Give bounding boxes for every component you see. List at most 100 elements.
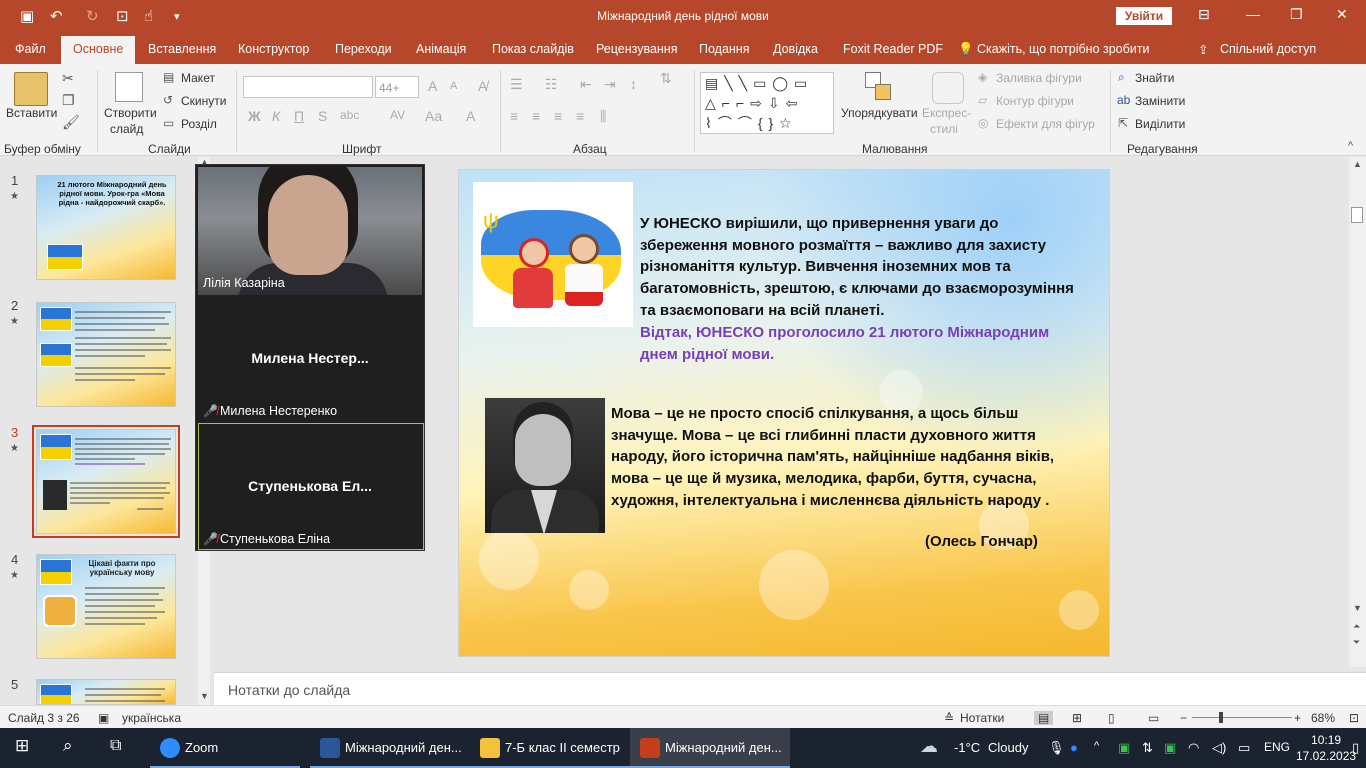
minimize-button[interactable]: — — [1246, 6, 1260, 22]
replace-button[interactable]: Замінити — [1135, 94, 1185, 108]
tab-help[interactable]: Довідка — [773, 42, 818, 56]
tray-app-icon-2[interactable]: ▣ — [1164, 740, 1176, 756]
notifications-icon[interactable]: ▯ — [1352, 740, 1359, 756]
notes-toggle-button[interactable]: Нотатки — [960, 711, 1004, 725]
sign-in-button[interactable]: Увійти — [1116, 7, 1172, 25]
cut-icon[interactable]: ✂ — [62, 70, 74, 87]
zoom-video-panel[interactable]: Лілія Казаріна Милена Нестер... 🎤̸ Милен… — [195, 164, 425, 551]
slideshow-view-icon[interactable]: ▭ — [1148, 711, 1159, 725]
char-spacing-icon[interactable]: AV — [390, 108, 405, 122]
quick-styles-label-2[interactable]: стилі — [930, 122, 958, 136]
new-slide-label-2[interactable]: слайд — [110, 122, 143, 136]
reset-button[interactable]: Скинути — [181, 94, 226, 108]
tab-view[interactable]: Подання — [699, 42, 749, 56]
quick-styles-label-1[interactable]: Експрес- — [922, 106, 971, 120]
participant-video-1[interactable]: Лілія Казаріна — [198, 167, 422, 295]
clear-format-icon[interactable]: A̸ — [478, 78, 487, 94]
font-name-input[interactable] — [243, 76, 373, 98]
layout-button[interactable]: Макет — [181, 71, 215, 85]
slide-thumbnail-5[interactable] — [36, 679, 176, 705]
language-indicator[interactable]: українська — [122, 711, 181, 725]
zoom-in-icon[interactable]: + — [1294, 711, 1301, 725]
system-clock[interactable]: 10:19 17.02.2023 — [1296, 732, 1356, 764]
tab-home[interactable]: Основне — [61, 36, 136, 64]
slide-sorter-icon[interactable]: ⊞ — [1072, 711, 1082, 725]
format-painter-icon[interactable]: 🖌 — [62, 114, 80, 131]
unesco-proclamation[interactable]: Відтак, ЮНЕСКО проголосило 21 лютого Між… — [640, 322, 1080, 365]
shape-fill-button[interactable]: Заливка фігури — [996, 71, 1082, 85]
tab-foxit[interactable]: Foxit Reader PDF — [843, 42, 943, 56]
tab-design[interactable]: Конструктор — [238, 42, 309, 56]
input-language[interactable]: ENG — [1264, 740, 1290, 754]
tray-chevron-icon[interactable]: ^ — [1094, 740, 1099, 752]
slide-thumbnail-4[interactable]: Цікаві факти про українську мову — [36, 554, 176, 659]
shrink-font-icon[interactable]: A — [450, 80, 457, 92]
notes-pane[interactable]: Нотатки до слайда — [214, 672, 1366, 705]
weather-temp[interactable]: -1°C — [954, 740, 980, 755]
section-button[interactable]: Розділ — [181, 117, 217, 131]
decrease-indent-icon[interactable]: ⇤ — [580, 76, 592, 93]
shape-outline-button[interactable]: Контур фігури — [996, 94, 1074, 108]
align-right-icon[interactable]: ≡ — [554, 108, 562, 124]
collapse-ribbon-icon[interactable]: ^ — [1348, 140, 1353, 152]
current-slide[interactable]: ψ У ЮНЕСКО вирішили, що привернення уваг… — [458, 169, 1110, 657]
weather-desc[interactable]: Cloudy — [988, 740, 1028, 755]
strikethrough-icon[interactable]: S — [318, 108, 327, 124]
columns-icon[interactable]: ⫼ — [600, 108, 606, 125]
zoom-tray-icon[interactable]: ● — [1070, 740, 1078, 755]
mic-tray-icon[interactable]: 🎙 — [1048, 740, 1065, 756]
zoom-level[interactable]: 68% — [1311, 711, 1335, 725]
paste-icon[interactable] — [14, 72, 48, 106]
share-button[interactable]: Спільний доступ — [1220, 42, 1316, 56]
next-slide-icon[interactable]: ⏷ — [1353, 637, 1360, 648]
font-size-input[interactable]: 44+ — [375, 76, 419, 98]
wifi-icon[interactable]: ◠ — [1188, 740, 1199, 756]
network-icon[interactable]: ⇅ — [1142, 740, 1153, 756]
slide-thumbnail-2[interactable] — [36, 302, 176, 407]
task-view-icon[interactable]: ⧉ — [110, 737, 121, 755]
select-button[interactable]: Виділити — [1135, 117, 1185, 131]
taskbar-explorer[interactable]: 7-Б клас ІІ семестр — [470, 728, 630, 768]
close-button[interactable]: ✕ — [1336, 6, 1348, 23]
tab-review[interactable]: Рецензування — [596, 42, 677, 56]
slide-thumbnail-3[interactable] — [32, 425, 180, 538]
slide-thumbnail-1[interactable]: 21 лютого Міжнародний день рідної мови. … — [36, 175, 176, 280]
spellcheck-icon[interactable]: ▣ — [98, 711, 109, 725]
bullets-icon[interactable]: ☰ — [510, 76, 523, 93]
shape-effects-button[interactable]: Ефекти для фігур — [996, 117, 1095, 131]
zoom-slider[interactable] — [1192, 717, 1292, 718]
change-case-icon[interactable]: Aa — [425, 108, 442, 124]
paste-button[interactable]: Вставити — [6, 106, 57, 120]
windows-start-icon[interactable]: ⊞ — [15, 736, 29, 756]
shadow-icon[interactable]: abc — [340, 108, 359, 122]
ribbon-display-icon[interactable]: ⊟ — [1198, 6, 1210, 23]
increase-indent-icon[interactable]: ⇥ — [604, 76, 616, 93]
quote-author[interactable]: (Олесь Гончар) — [925, 533, 1038, 550]
bold-button[interactable]: Ж — [248, 108, 261, 124]
line-spacing-icon[interactable]: ↕ — [630, 76, 637, 92]
taskbar-zoom[interactable]: Zoom — [150, 728, 300, 768]
battery-icon[interactable]: ▭ — [1238, 740, 1250, 756]
copy-icon[interactable]: ❐ — [62, 92, 75, 109]
numbering-icon[interactable]: ☷ — [545, 76, 558, 93]
quote-paragraph[interactable]: Мова – це не просто спосіб спілкування, … — [611, 403, 1081, 512]
fit-to-window-icon[interactable]: ⊡ — [1349, 711, 1359, 725]
tab-slideshow[interactable]: Показ слайдів — [492, 42, 574, 56]
tray-app-icon[interactable]: ▣ — [1118, 740, 1130, 756]
text-direction-icon[interactable]: ⇅ — [660, 70, 672, 87]
underline-button[interactable]: П — [294, 108, 304, 124]
font-color-icon[interactable]: A — [466, 108, 475, 124]
quick-styles-icon[interactable] — [932, 72, 964, 104]
tab-animations[interactable]: Анімація — [416, 42, 466, 56]
tell-me-box[interactable]: Скажіть, що потрібно зробити — [977, 42, 1150, 56]
tab-transitions[interactable]: Переходи — [335, 42, 392, 56]
justify-icon[interactable]: ≡ — [576, 108, 584, 124]
maximize-button[interactable]: ❐ — [1290, 6, 1303, 23]
find-button[interactable]: Знайти — [1135, 71, 1174, 85]
taskbar-word[interactable]: Міжнародний ден... — [310, 728, 470, 768]
prev-slide-icon[interactable]: ⏶ — [1353, 621, 1360, 632]
zoom-slider-thumb[interactable] — [1219, 712, 1223, 723]
slide-scrollbar[interactable]: ▲ ▼ ⏶ ⏷ — [1349, 157, 1366, 667]
reading-view-icon[interactable]: ▯ — [1108, 711, 1115, 725]
tab-insert[interactable]: Вставлення — [148, 42, 216, 56]
